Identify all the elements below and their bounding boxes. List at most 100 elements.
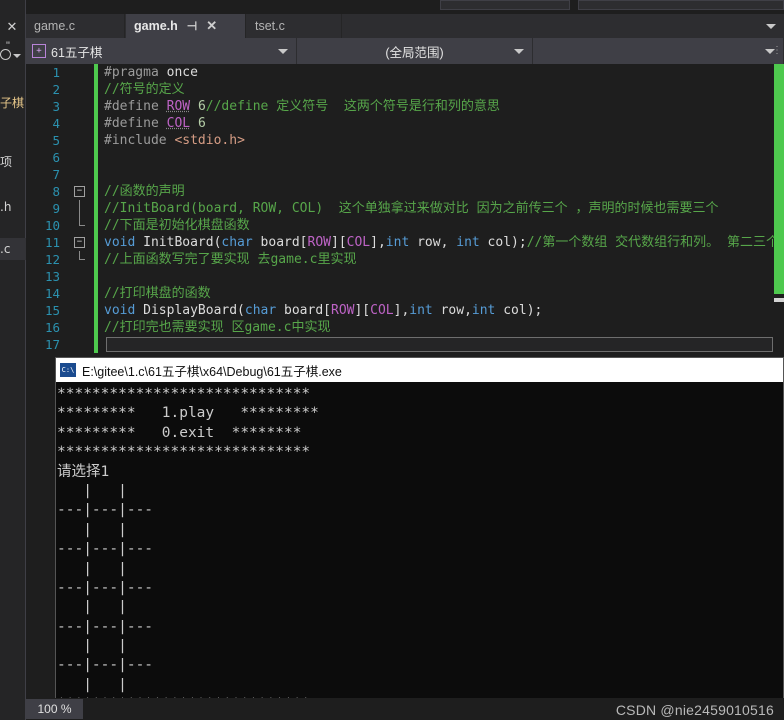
line-number: 11 <box>44 235 60 250</box>
code-line[interactable]: 13 <box>26 268 774 285</box>
chevron-down-icon[interactable] <box>13 54 21 58</box>
scope-dropdown-label: (全局范围) <box>385 45 444 60</box>
resize-grip-icon[interactable]: ⋮ <box>772 45 782 56</box>
line-number: 3 <box>52 99 60 114</box>
code-line[interactable]: 1 #pragma once <box>26 64 774 81</box>
change-bar <box>94 183 98 200</box>
tab-game-c[interactable]: game.c <box>26 14 125 38</box>
line-number: 5 <box>52 133 60 148</box>
change-bar <box>94 336 98 353</box>
code-line[interactable]: 7 <box>26 166 774 183</box>
code-line[interactable]: 17 <box>26 336 774 353</box>
console-line: ********* 1.play ********* <box>57 405 319 422</box>
close-icon[interactable]: ✕ <box>206 18 217 34</box>
console-line: ********* 0.exit ******** <box>57 424 302 441</box>
change-bar <box>94 81 98 98</box>
scrollbar-marker <box>774 298 784 302</box>
code-text: //函数的声明 <box>104 184 185 199</box>
editor-vertical-scrollbar[interactable] <box>774 64 784 354</box>
code-line[interactable]: 5 #include <stdio.h> <box>26 132 774 149</box>
editor-tab-strip: game.c game.h ⊣ ✕ tset.c <box>26 14 784 38</box>
change-bar <box>94 319 98 336</box>
code-line[interactable]: 8 − //函数的声明 <box>26 183 774 200</box>
code-line[interactable]: 11 − void InitBoard(char board[ROW][COL],i… <box>26 234 774 251</box>
console-window[interactable]: C:\ E:\gitee\1.c\61五子棋\x64\Debug\61五子棋.e… <box>55 357 784 720</box>
code-line[interactable]: 2 //符号的定义 <box>26 81 774 98</box>
code-text: #include <stdio.h> <box>104 133 245 148</box>
code-line[interactable]: 14 //打印棋盘的函数 <box>26 285 774 302</box>
change-bar <box>94 268 98 285</box>
code-line[interactable]: 6 <box>26 149 774 166</box>
code-text: #define ROW 6//define 定义符号 这两个符号是行和列的意思 <box>104 99 500 114</box>
search-icon[interactable] <box>0 49 11 60</box>
line-number: 16 <box>44 320 60 335</box>
console-line: ---|---|--- <box>57 618 154 635</box>
line-number: 8 <box>52 184 60 199</box>
scrollbar-thumb[interactable] <box>774 64 784 294</box>
console-line: ---|---|--- <box>57 541 154 558</box>
project-dropdown[interactable]: + 61五子棋 <box>26 38 297 64</box>
code-text: //符号的定义 <box>104 82 185 97</box>
change-bar <box>94 285 98 302</box>
code-text: void InitBoard(char board[ROW][COL],int … <box>104 235 774 250</box>
change-bar <box>94 200 98 217</box>
dock-tab-properties[interactable]: 项 <box>0 155 26 169</box>
console-output[interactable]: ***************************** ********* 1… <box>56 382 783 719</box>
change-bar <box>94 234 98 251</box>
line-number: 17 <box>44 337 60 352</box>
console-title-text: E:\gitee\1.c\61五子棋\x64\Debug\61五子棋.exe <box>82 364 342 379</box>
current-line-highlight <box>106 337 773 352</box>
code-text: //打印完也需要实现 区game.c中实现 <box>104 320 331 335</box>
close-icon[interactable]: ✕ <box>3 18 21 36</box>
line-number: 2 <box>52 82 60 97</box>
code-line[interactable]: 12 //上面函数写完了要实现 去game.c里实现 <box>26 251 774 268</box>
dock-tab-game-h[interactable]: .h <box>0 200 26 214</box>
console-line: 请选择1 <box>57 463 110 480</box>
console-line: | | <box>57 676 154 693</box>
change-bar <box>94 98 98 115</box>
left-dock-rail: ✕ " 子棋 项 .h .c <box>0 0 26 720</box>
code-line[interactable]: 3 #define ROW 6//define 定义符号 这两个符号是行和列的意思 <box>26 98 774 115</box>
line-number: 9 <box>52 201 60 216</box>
chevron-down-icon[interactable] <box>514 49 524 54</box>
project-dropdown-label: 61五子棋 <box>51 45 103 60</box>
tab-game-c-label: game.c <box>34 19 75 33</box>
line-number: 13 <box>44 269 60 284</box>
code-line[interactable]: 10 //下面是初始化棋盘函数 <box>26 217 774 234</box>
code-line[interactable]: 4 #define COL 6 <box>26 115 774 132</box>
tab-tset-c[interactable]: tset.c <box>247 14 342 38</box>
dock-tab-solution-explorer[interactable]: 子棋 <box>0 96 26 110</box>
member-dropdown[interactable]: ⋮ <box>533 38 784 64</box>
project-icon: + <box>32 44 46 58</box>
line-number: 7 <box>52 167 60 182</box>
line-number: 1 <box>52 65 60 80</box>
tab-game-h[interactable]: game.h ⊣ ✕ <box>126 14 246 38</box>
line-number: 4 <box>52 116 60 131</box>
code-line[interactable]: 15 void DisplayBoard(char board[ROW][COL]… <box>26 302 774 319</box>
pin-icon[interactable]: ⊣ <box>187 19 197 33</box>
watermark: CSDN @nie2459010516 <box>615 702 774 718</box>
chevron-down-icon[interactable] <box>278 49 288 54</box>
line-number: 15 <box>44 303 60 318</box>
console-title-bar[interactable]: C:\ E:\gitee\1.c\61五子棋\x64\Debug\61五子棋.e… <box>56 358 783 382</box>
code-text: #define COL 6 <box>104 116 206 131</box>
code-line[interactable]: 16 //打印完也需要实现 区game.c中实现 <box>26 319 774 336</box>
navigation-bar: + 61五子棋 (全局范围) ⋮ <box>26 38 784 64</box>
zoom-level-indicator[interactable]: 100 % <box>26 699 83 719</box>
top-strip-panel-left <box>440 0 570 10</box>
console-line: ***************************** <box>57 386 311 402</box>
console-line: | | <box>57 638 154 655</box>
chevron-down-icon[interactable] <box>766 24 776 29</box>
fold-collapse-icon[interactable]: − <box>74 237 85 248</box>
console-line: | | <box>57 560 154 577</box>
change-bar <box>94 302 98 319</box>
change-bar <box>94 149 98 166</box>
change-bar <box>94 251 98 268</box>
scope-dropdown[interactable]: (全局范围) <box>297 38 533 64</box>
change-bar <box>94 132 98 149</box>
change-bar <box>94 217 98 234</box>
fold-collapse-icon[interactable]: − <box>74 186 85 197</box>
console-line: ---|---|--- <box>57 579 154 596</box>
dock-tab-game-c[interactable]: .c <box>0 238 26 260</box>
code-line[interactable]: 9 //InitBoard(board, ROW, COL) 这个单独拿过来做对比… <box>26 200 774 217</box>
